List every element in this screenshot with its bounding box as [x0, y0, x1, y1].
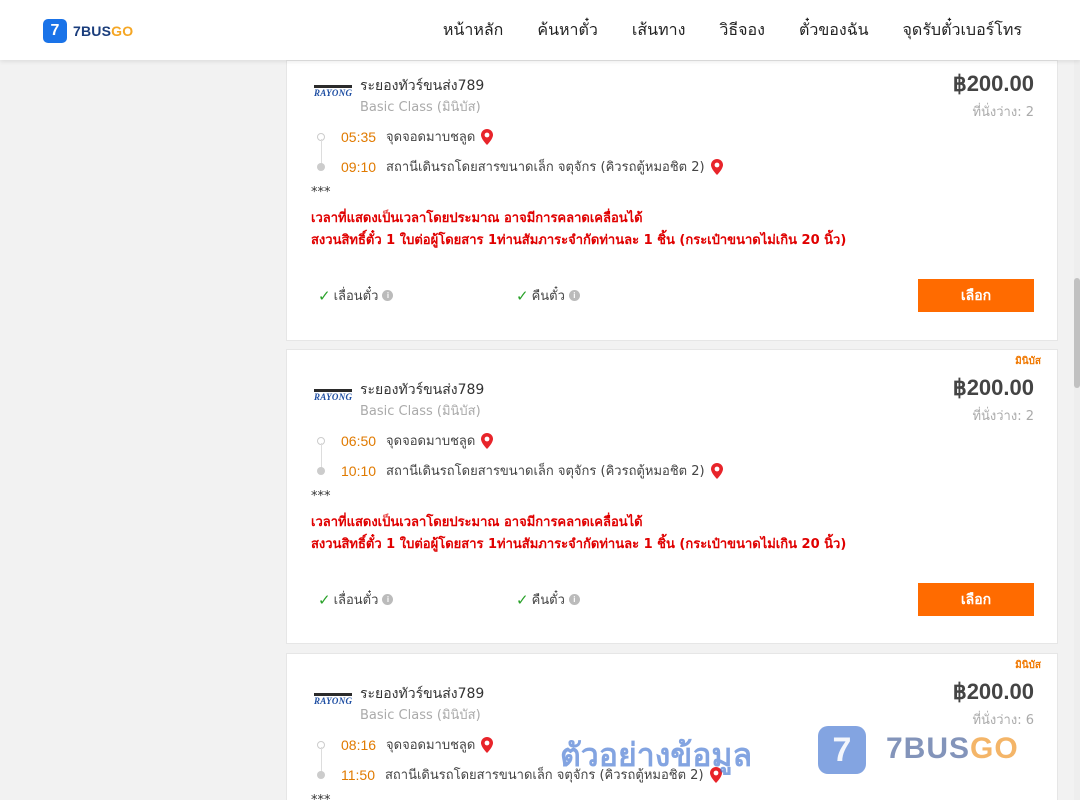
nav-routes[interactable]: เส้นทาง — [632, 18, 686, 43]
time-warning-note: เวลาที่แสดงเป็นเวลาโดยประมาณ อาจมีการคลา… — [311, 211, 643, 226]
arrival-dot-icon — [317, 467, 325, 475]
bus-class: Basic Class (มินิบัส) — [360, 100, 481, 115]
arrival-dot-icon — [317, 771, 325, 779]
arrival-place: สถานีเดินรถโดยสารขนาดเล็ก จตุจักร (คิวรถ… — [386, 160, 705, 175]
page-scrollbar[interactable] — [1074, 60, 1080, 800]
operator-logo-text: RAYONG — [314, 88, 353, 98]
departure-stop: 05:35 จุดจอดมาบชลูด — [341, 126, 494, 147]
arrival-time: 10:10 — [341, 462, 377, 479]
time-warning-note: เวลาที่แสดงเป็นเวลาโดยประมาณ อาจมีการคลา… — [311, 515, 643, 530]
operator-logo: RAYONG — [314, 693, 352, 707]
arrival-stop: 09:10 สถานีเดินรถโดยสารขนาดเล็ก จตุจักร … — [341, 156, 723, 177]
logo-brand-main: 7BUS — [73, 23, 112, 39]
luggage-policy-note: สงวนสิทธิ์ตั๋ว 1 ใบต่อผู้โดยสาร 1ท่านสัม… — [311, 233, 847, 248]
departure-time: 06:50 — [341, 432, 377, 449]
feature-refund-label: คืนตั๋ว — [531, 593, 565, 608]
check-icon: ✓ — [516, 590, 529, 609]
logo-brand: 7BUSGO — [73, 23, 133, 39]
operator-name: ระยองทัวร์ขนส่ง789 — [360, 686, 485, 702]
top-header: 7 7BUSGO หน้าหลัก ค้นหาตั๋ว เส้นทาง วิธี… — [0, 0, 1080, 60]
map-pin-icon[interactable] — [710, 158, 723, 175]
operator-name: ระยองทัวร์ขนส่ง789 — [360, 78, 485, 94]
feature-reschedule: ✓ เลื่อนตั๋ว i — [318, 285, 394, 306]
bus-class: Basic Class (มินิบัส) — [360, 404, 481, 419]
ticket-price: ฿200.00 — [952, 71, 1034, 96]
trip-card: มินิบัส RAYONG ระยองทัวร์ขนส่ง789 Basic … — [286, 653, 1058, 800]
nav-my-tickets[interactable]: ตั๋วของฉัน — [799, 18, 869, 43]
bus-class: Basic Class (มินิบัส) — [360, 708, 481, 723]
ticket-price: ฿200.00 — [952, 375, 1034, 400]
departure-stop: 08:16 จุดจอดมาบชลูด — [341, 734, 494, 755]
info-icon[interactable]: i — [568, 290, 580, 301]
nav-search-ticket[interactable]: ค้นหาตั๋ว — [537, 18, 598, 43]
site-logo[interactable]: 7 7BUSGO — [43, 19, 133, 43]
departure-place: จุดจอดมาบชลูด — [386, 130, 476, 145]
nav-how-to-book[interactable]: วิธีจอง — [719, 18, 765, 43]
feature-refund: ✓ คืนตั๋ว i — [516, 285, 580, 306]
operator-logo-text: RAYONG — [314, 392, 353, 402]
feature-reschedule-label: เลื่อนตั๋ว — [333, 289, 379, 304]
operator-logo: RAYONG — [314, 85, 352, 99]
luggage-policy-note: สงวนสิทธิ์ตั๋ว 1 ใบต่อผู้โดยสาร 1ท่านสัม… — [311, 537, 847, 552]
nav-pickup-points[interactable]: จุดรับตั๋วเบอร์โทร — [903, 18, 1022, 43]
feature-reschedule: ✓ เลื่อนตั๋ว i — [318, 589, 394, 610]
feature-reschedule-label: เลื่อนตั๋ว — [333, 593, 379, 608]
info-icon[interactable]: i — [382, 594, 394, 605]
departure-time: 05:35 — [341, 128, 377, 145]
map-pin-icon[interactable] — [481, 432, 494, 449]
departure-stop: 06:50 จุดจอดมาบชลูด — [341, 430, 494, 451]
departure-time: 08:16 — [341, 736, 377, 753]
select-trip-button[interactable]: เลือก — [918, 583, 1034, 616]
arrival-time: 11:50 — [341, 766, 375, 783]
arrival-place: สถานีเดินรถโดยสารขนาดเล็ก จตุจักร (คิวรถ… — [386, 464, 705, 479]
main-nav: หน้าหลัก ค้นหาตั๋ว เส้นทาง วิธีจอง ตั๋วข… — [443, 0, 1022, 60]
note-stars: *** — [311, 489, 331, 504]
note-stars: *** — [311, 793, 331, 800]
seats-available: ที่นั่งว่าง: 2 — [972, 409, 1034, 424]
trip-card: RAYONG ระยองทัวร์ขนส่ง789 Basic Class (ม… — [286, 60, 1058, 341]
arrival-stop: 11:50 สถานีเดินรถโดยสารขนาดเล็ก จตุจักร … — [341, 764, 722, 785]
arrival-time: 09:10 — [341, 158, 377, 175]
ticket-price: ฿200.00 — [952, 679, 1034, 704]
seats-available: ที่นั่งว่าง: 2 — [972, 105, 1034, 120]
check-icon: ✓ — [318, 286, 331, 305]
trip-card: มินิบัส RAYONG ระยองทัวร์ขนส่ง789 Basic … — [286, 349, 1058, 644]
map-pin-icon[interactable] — [481, 736, 494, 753]
operator-logo-text: RAYONG — [314, 696, 353, 706]
operator-logo: RAYONG — [314, 389, 352, 403]
logo-mark: 7 — [43, 19, 67, 43]
scrollbar-thumb[interactable] — [1074, 278, 1080, 388]
logo-brand-accent: GO — [111, 23, 134, 39]
arrival-stop: 10:10 สถานีเดินรถโดยสารขนาดเล็ก จตุจักร … — [341, 460, 723, 481]
check-icon: ✓ — [516, 286, 529, 305]
feature-refund-label: คืนตั๋ว — [531, 289, 565, 304]
operator-name: ระยองทัวร์ขนส่ง789 — [360, 382, 485, 398]
map-pin-icon[interactable] — [481, 128, 494, 145]
map-pin-icon[interactable] — [710, 462, 723, 479]
nav-home[interactable]: หน้าหลัก — [443, 18, 504, 43]
feature-refund: ✓ คืนตั๋ว i — [516, 589, 580, 610]
map-pin-icon[interactable] — [709, 766, 722, 783]
check-icon: ✓ — [318, 590, 331, 609]
seats-available: ที่นั่งว่าง: 6 — [972, 713, 1034, 728]
departure-place: จุดจอดมาบชลูด — [386, 738, 476, 753]
note-stars: *** — [311, 185, 331, 200]
info-icon[interactable]: i — [568, 594, 580, 605]
departure-place: จุดจอดมาบชลูด — [386, 434, 476, 449]
info-icon[interactable]: i — [382, 290, 394, 301]
arrival-dot-icon — [317, 163, 325, 171]
arrival-place: สถานีเดินรถโดยสารขนาดเล็ก จตุจักร (คิวรถ… — [385, 768, 704, 783]
select-trip-button[interactable]: เลือก — [918, 279, 1034, 312]
